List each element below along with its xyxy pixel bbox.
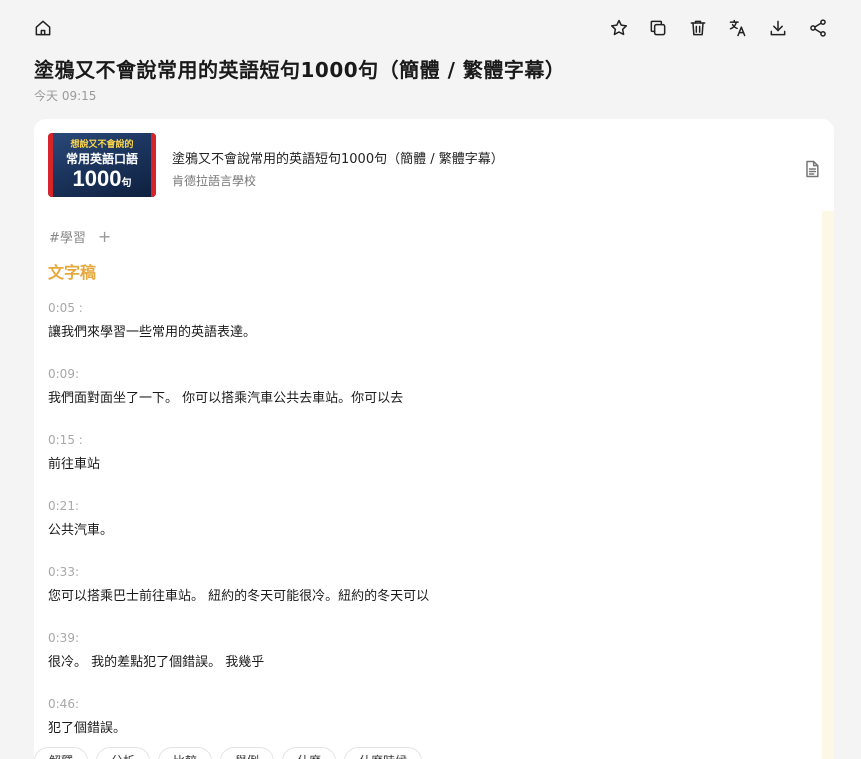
segment-text: 很冷。 我的差點犯了個錯誤。 我幾乎: [48, 655, 265, 670]
share-icon[interactable]: [806, 16, 830, 40]
media-title[interactable]: 塗鴉又不會說常用的英語短句1000句（簡體 / 繁體字幕）: [172, 148, 504, 167]
segment-text: 公共汽車。: [48, 523, 114, 538]
quick-prompt-chips: 解釋 分析 比較 舉例 什麼 什麼時候: [34, 747, 423, 759]
scrollbar-track[interactable]: [822, 211, 834, 759]
chip-analyze[interactable]: 分析: [96, 747, 151, 759]
thumbnail-line-2: 常用英語口語: [65, 152, 138, 166]
page-title: 塗鴉又不會說常用的英語短句1000句（簡體 / 繁體字幕）: [34, 58, 566, 82]
home-icon[interactable]: [31, 16, 55, 40]
thumbnail-line-1: 想說又不會說的: [70, 140, 134, 150]
segment-timestamp[interactable]: 0:21:: [48, 499, 113, 513]
segment-timestamp[interactable]: 0:46:: [48, 697, 126, 711]
transcript-segment: 0:15 : 前往車站: [48, 433, 100, 472]
thumbnail-number: 1000句: [48, 166, 156, 192]
chip-when[interactable]: 什麼時候: [344, 747, 423, 759]
segment-text: 犯了個錯誤。: [48, 721, 127, 736]
copy-icon[interactable]: [646, 16, 670, 40]
star-icon[interactable]: [607, 16, 631, 40]
top-toolbar: [0, 0, 861, 56]
segment-timestamp[interactable]: 0:09:: [48, 367, 403, 381]
thumbnail-number-unit: 句: [121, 178, 132, 189]
chip-explain[interactable]: 解釋: [34, 747, 89, 759]
thumbnail-number-value: 1000: [72, 166, 122, 191]
media-source: 肯德拉語言學校: [172, 174, 257, 188]
transcript-segment: 0:09: 我們面對面坐了一下。 你可以搭乘汽車公共去車站。你可以去: [48, 367, 403, 406]
segment-timestamp[interactable]: 0:39:: [48, 631, 264, 645]
tag-item[interactable]: #學習: [49, 227, 86, 246]
segment-text: 讓我們來學習一些常用的英語表達。: [48, 325, 257, 340]
translate-icon[interactable]: [726, 16, 750, 40]
chip-example[interactable]: 舉例: [220, 747, 275, 759]
transcript-heading: 文字稿: [48, 263, 97, 282]
segment-timestamp[interactable]: 0:15 :: [48, 433, 100, 447]
content-card: 想說又不會說的 常用英語口語 1000句 塗鴉又不會說常用的英語短句1000句（…: [34, 119, 834, 759]
tag-row: #學習 +: [49, 227, 111, 246]
page-timestamp: 今天 09:15: [34, 89, 97, 103]
segment-text: 前往車站: [48, 457, 101, 472]
segment-text: 我們面對面坐了一下。 你可以搭乘汽車公共去車站。你可以去: [48, 391, 404, 406]
transcript-segment: 0:05 : 讓我們來學習一些常用的英語表達。: [48, 301, 256, 340]
add-tag-button[interactable]: +: [98, 228, 111, 245]
segment-timestamp[interactable]: 0:05 :: [48, 301, 256, 315]
download-icon[interactable]: [766, 16, 790, 40]
chip-compare[interactable]: 比較: [158, 747, 213, 759]
transcript-segment: 0:46: 犯了個錯誤。: [48, 697, 126, 736]
chip-what[interactable]: 什麼: [282, 747, 337, 759]
transcript-segment: 0:33: 您可以搭乘巴士前往車站。 紐約的冬天可能很冷。紐約的冬天可以: [48, 565, 429, 604]
transcript-segment: 0:39: 很冷。 我的差點犯了個錯誤。 我幾乎: [48, 631, 264, 670]
segment-text: 您可以搭乘巴士前往車站。 紐約的冬天可能很冷。紐約的冬天可以: [48, 589, 430, 604]
trash-icon[interactable]: [686, 16, 710, 40]
document-icon[interactable]: [800, 157, 824, 181]
transcript-segment: 0:21: 公共汽車。: [48, 499, 113, 538]
segment-timestamp[interactable]: 0:33:: [48, 565, 429, 579]
video-thumbnail[interactable]: 想說又不會說的 常用英語口語 1000句: [48, 133, 156, 197]
